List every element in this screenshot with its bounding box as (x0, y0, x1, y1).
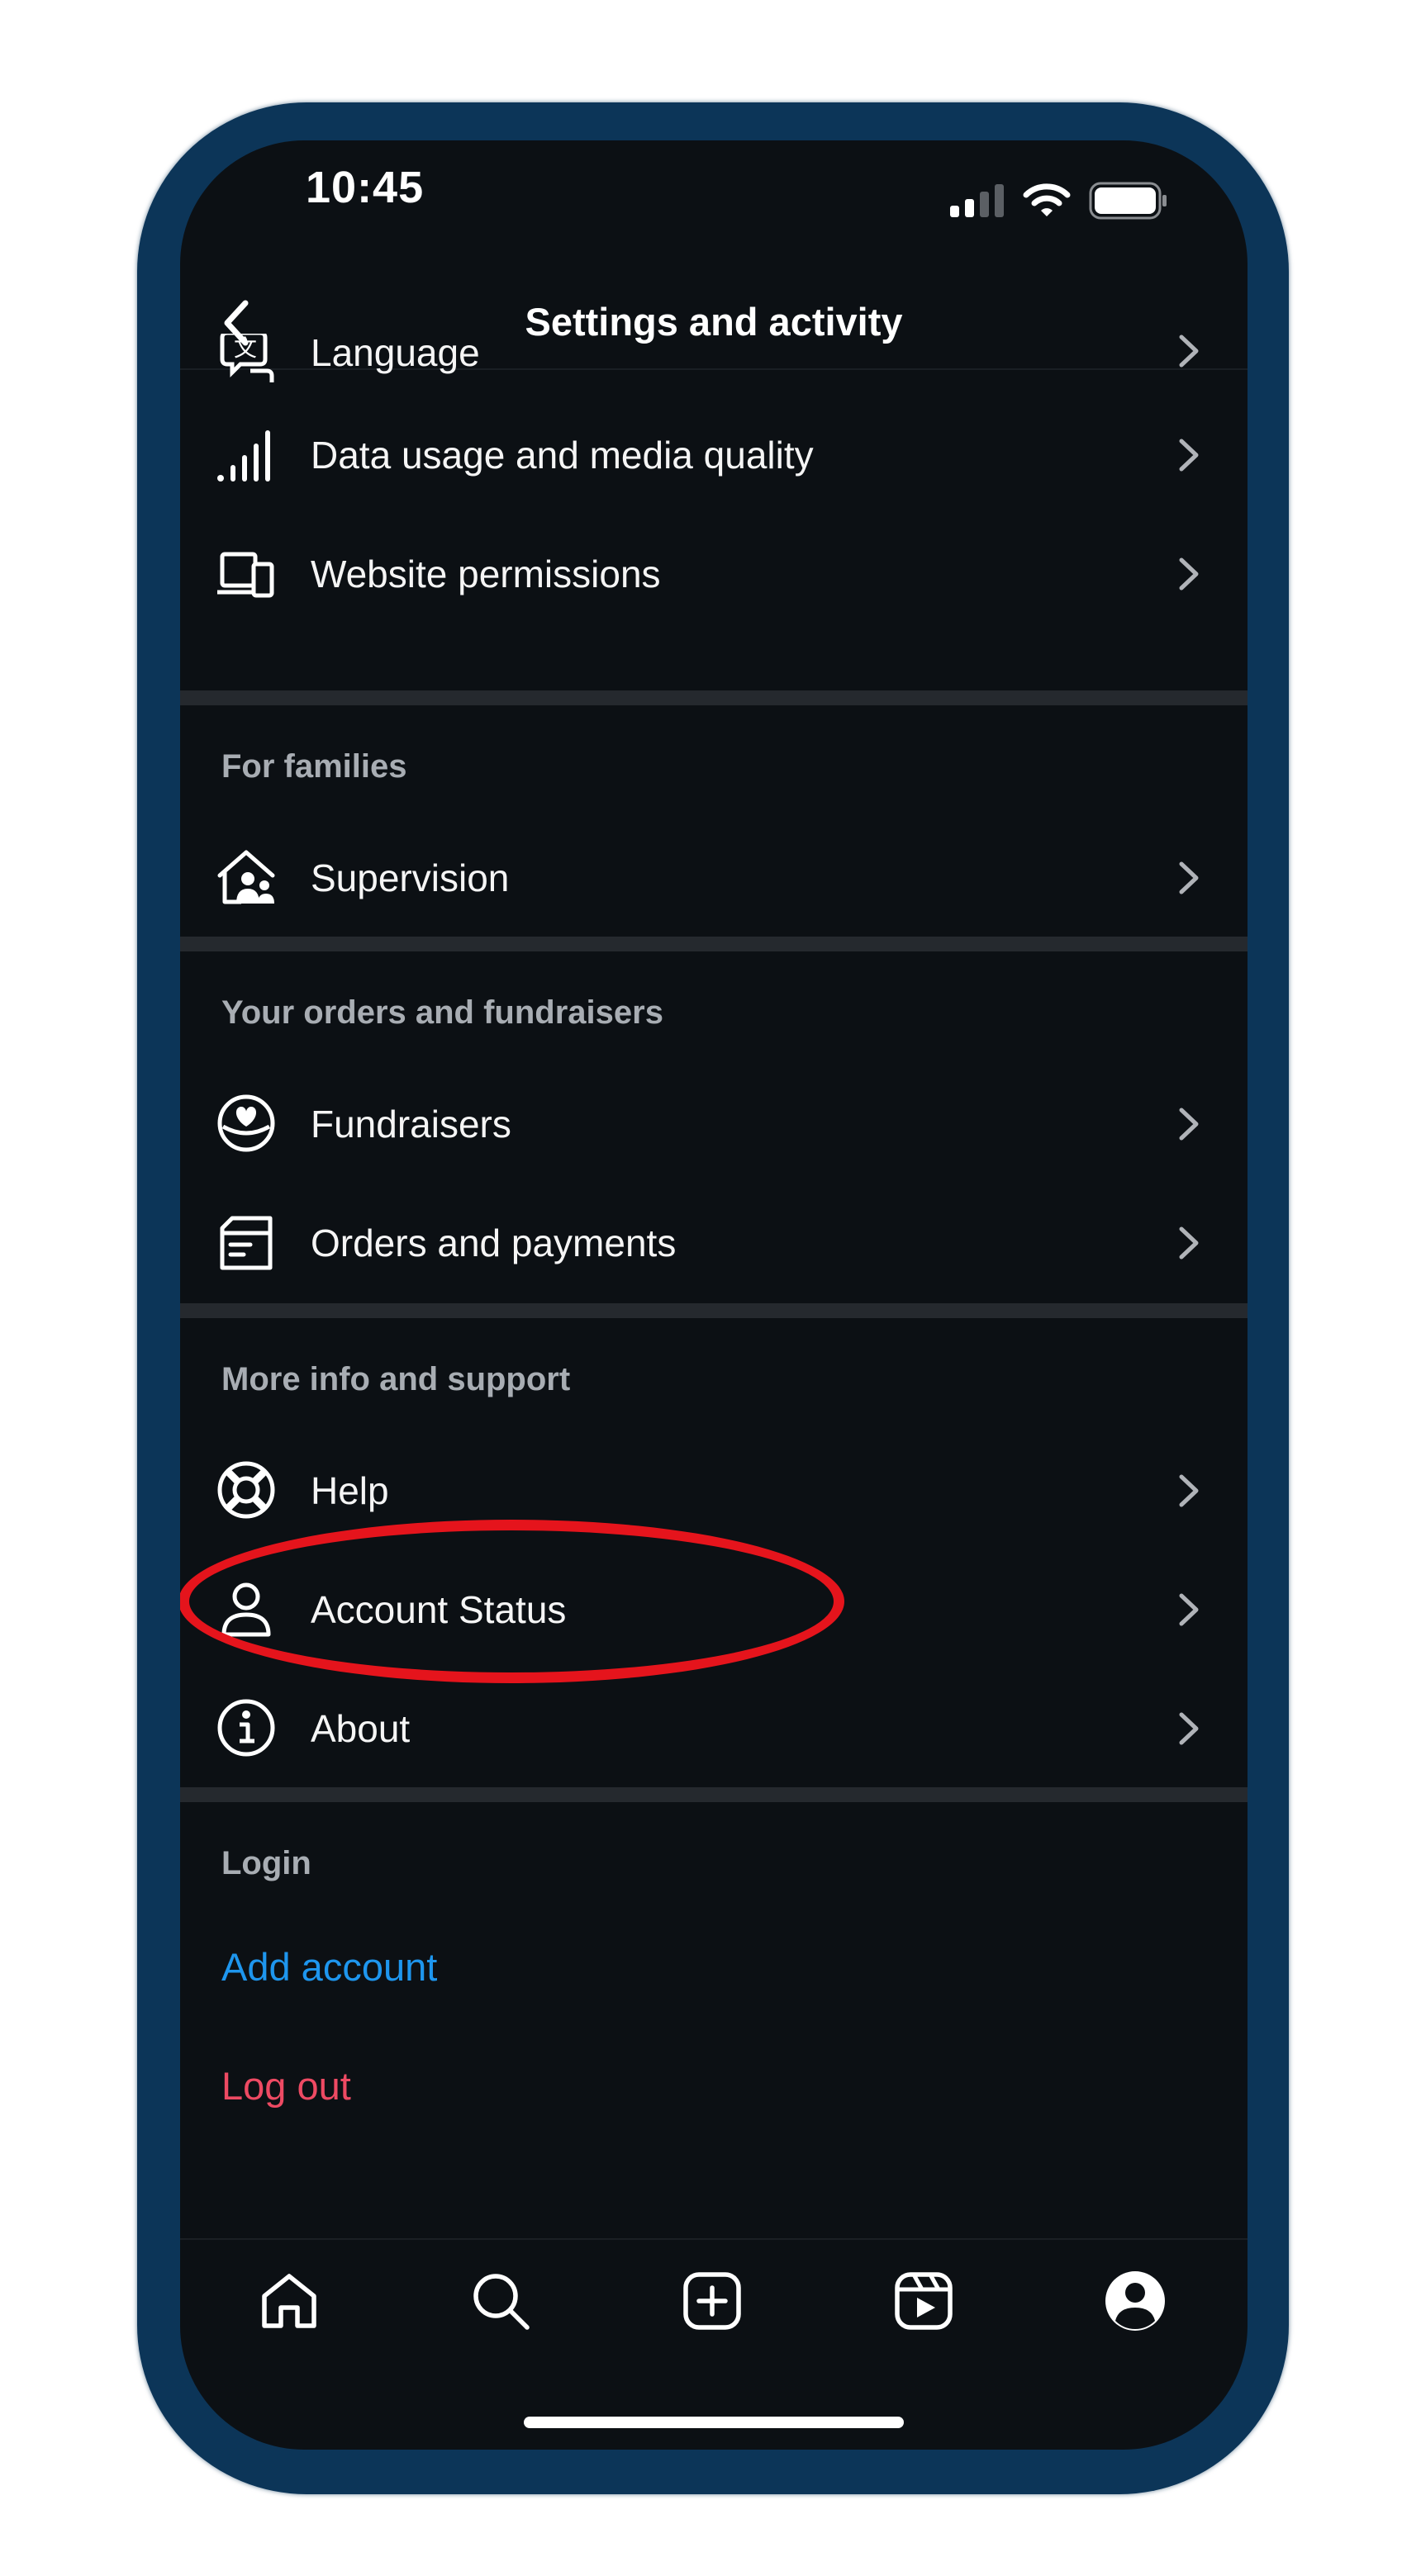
home-indicator[interactable] (524, 2417, 904, 2428)
section-divider (180, 937, 1248, 951)
section-header-orders: Your orders and fundraisers (221, 994, 663, 1031)
status-time: 10:45 (306, 163, 425, 212)
page: 10:45 Settings and activity 文 Language D… (0, 0, 1421, 2576)
phone-screen: 10:45 Settings and activity 文 Language D… (180, 140, 1248, 2450)
section-header-support: More info and support (221, 1361, 571, 1397)
heart-coin-icon (216, 1093, 276, 1153)
language-icon: 文 (216, 334, 276, 388)
info-icon (216, 1698, 276, 1758)
settings-row-supervision[interactable]: Supervision (180, 819, 1248, 935)
settings-row-label: Account Status (311, 1588, 567, 1631)
section-divider (180, 1303, 1248, 1318)
add-account-link[interactable]: Add account (221, 1944, 437, 1990)
settings-row-label: Fundraisers (311, 1103, 511, 1146)
chevron-right-icon (1179, 1593, 1199, 1626)
settings-row-label: Language (311, 334, 480, 374)
cellular-signal-icon (950, 184, 1004, 217)
bottom-nav (180, 2238, 1248, 2362)
chevron-right-icon (1179, 1226, 1199, 1260)
nav-home[interactable] (258, 2270, 321, 2332)
home-icon (262, 2274, 316, 2328)
settings-row-label: Supervision (311, 856, 510, 899)
search-icon (473, 2274, 530, 2330)
section-header-login: Login (221, 1845, 311, 1881)
chevron-right-icon (1179, 439, 1199, 472)
chevron-right-icon (1179, 861, 1199, 894)
settings-row-website-permissions[interactable]: Website permissions (180, 515, 1248, 631)
settings-row-label: Help (311, 1469, 389, 1512)
nav-profile[interactable] (1104, 2270, 1167, 2332)
settings-row-data-usage[interactable]: Data usage and media quality (180, 396, 1248, 512)
settings-row-help[interactable]: Help (180, 1432, 1248, 1548)
svg-text:文: 文 (234, 334, 257, 362)
chevron-right-icon (1179, 334, 1199, 368)
devices-icon (216, 543, 276, 603)
signal-bars-icon (216, 425, 276, 484)
lifebuoy-icon (216, 1460, 276, 1520)
battery-icon (1089, 182, 1167, 220)
settings-row-label: Orders and payments (311, 1222, 677, 1264)
receipt-box-icon (216, 1212, 276, 1272)
reels-icon (895, 2272, 953, 2330)
family-home-icon (216, 847, 276, 907)
chevron-right-icon (1179, 557, 1199, 591)
settings-row-account-status[interactable]: Account Status (180, 1551, 1248, 1667)
profile-icon (1105, 2271, 1165, 2331)
wifi-icon (1023, 183, 1071, 216)
chevron-right-icon (1179, 1108, 1199, 1141)
section-divider (180, 1787, 1248, 1802)
person-icon (216, 1579, 276, 1639)
section-divider (180, 690, 1248, 705)
settings-row-fundraisers[interactable]: Fundraisers (180, 1065, 1248, 1181)
chevron-right-icon (1179, 1474, 1199, 1507)
settings-row-about[interactable]: About (180, 1670, 1248, 1786)
settings-row-label: About (311, 1707, 411, 1750)
status-icons (950, 182, 1168, 220)
nav-create[interactable] (681, 2270, 744, 2332)
nav-search[interactable] (469, 2270, 532, 2332)
section-header-families: For families (221, 748, 407, 785)
settings-row-orders-payments[interactable]: Orders and payments (180, 1184, 1248, 1300)
chevron-right-icon (1179, 1712, 1199, 1745)
log-out-link[interactable]: Log out (221, 2063, 351, 2109)
settings-row-label: Data usage and media quality (311, 434, 814, 477)
settings-row-label: Website permissions (311, 553, 661, 595)
nav-reels[interactable] (892, 2270, 955, 2332)
create-post-icon (683, 2272, 741, 2330)
